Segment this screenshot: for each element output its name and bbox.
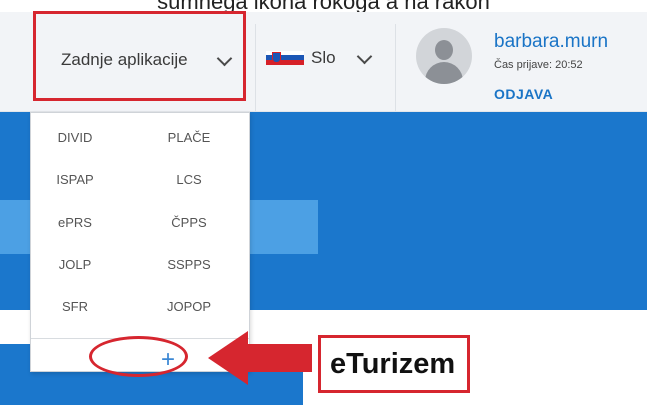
app-item[interactable]: JOLP: [35, 257, 115, 272]
callout-label: eTurizem: [330, 348, 456, 380]
app-item[interactable]: LCS: [149, 172, 229, 187]
recent-apps-label: Zadnje aplikacije: [61, 50, 188, 69]
annotation-callout: eTurizem: [318, 335, 470, 393]
language-label: Slo: [311, 48, 336, 67]
chevron-down-icon: [356, 48, 373, 65]
login-time: Čas prijave: 20:52: [494, 59, 583, 71]
username[interactable]: barbara.murn: [494, 31, 608, 53]
annotation-arrow: [244, 344, 312, 372]
app-item[interactable]: JOPOP: [149, 299, 229, 314]
annotation-arrow-head: [208, 331, 248, 385]
chevron-down-icon: [216, 50, 233, 67]
header-divider: [395, 24, 396, 111]
app-item[interactable]: ČPPS: [149, 215, 229, 230]
app-item[interactable]: SFR: [35, 299, 115, 314]
app-item[interactable]: PLAČE: [149, 130, 229, 145]
recent-apps-button[interactable]: Zadnje aplikacije: [33, 11, 246, 101]
logout-link[interactable]: ODJAVA: [494, 86, 553, 102]
user-avatar-icon: [416, 28, 472, 84]
app-item[interactable]: ISPAP: [35, 172, 115, 187]
app-item[interactable]: ePRS: [35, 215, 115, 230]
header-divider: [255, 24, 256, 111]
plus-icon[interactable]: +: [155, 346, 181, 374]
language-selector[interactable]: Slo: [266, 40, 386, 80]
slovenia-flag-icon: [266, 51, 304, 65]
app-item[interactable]: DIVID: [35, 130, 115, 145]
app-item[interactable]: SSPPS: [149, 257, 229, 272]
